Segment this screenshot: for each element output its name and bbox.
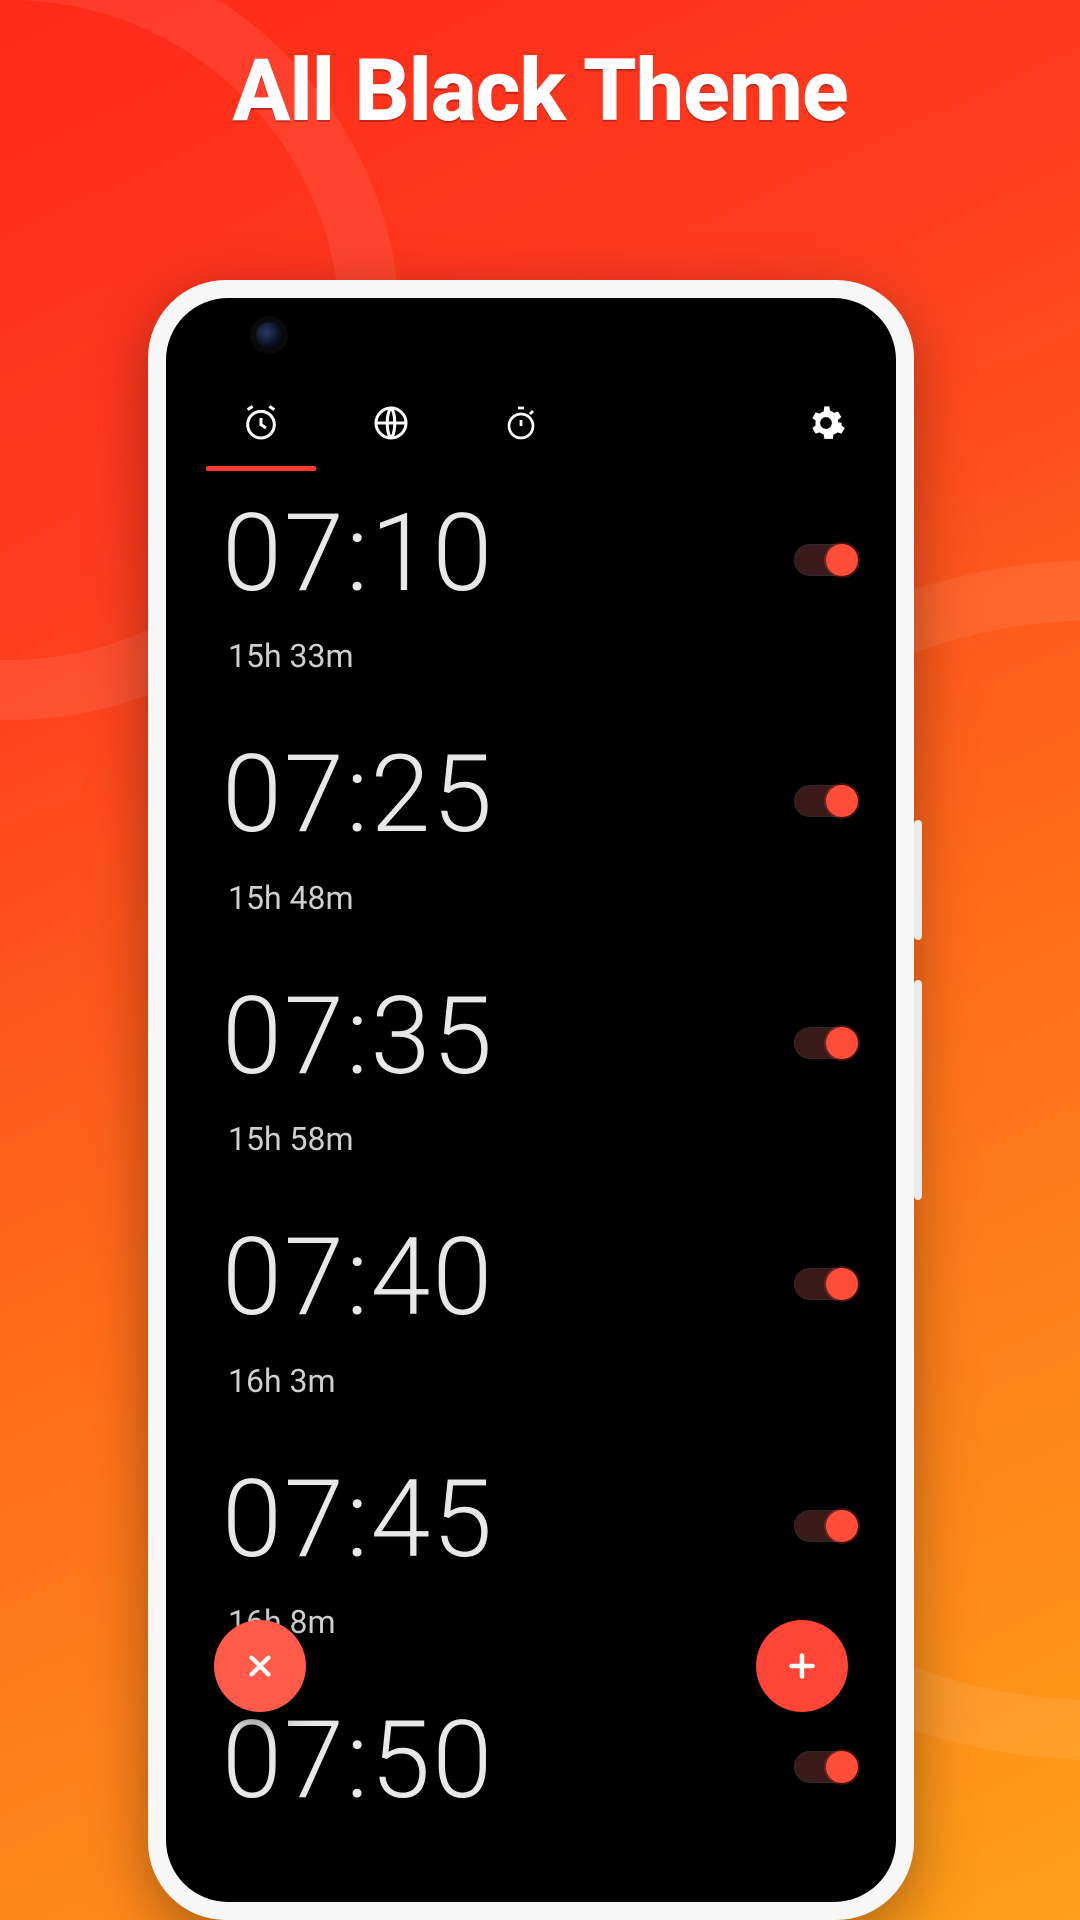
alarm-toggle[interactable] xyxy=(794,1510,852,1542)
alarm-clock-icon xyxy=(241,403,281,447)
alarm-row[interactable]: 07:10 15h 33m xyxy=(222,498,852,675)
gear-icon xyxy=(806,403,846,447)
dismiss-fab[interactable] xyxy=(214,1620,306,1712)
alarm-time: 07:25 xyxy=(222,739,494,852)
alarm-remaining: 15h 33m xyxy=(228,637,494,675)
phone-frame: 07:10 15h 33m 07:25 15h 48m 07:35 15h 58… xyxy=(148,280,914,1920)
phone-side-button xyxy=(914,820,922,940)
alarm-toggle[interactable] xyxy=(794,1268,852,1300)
alarm-time: 07:40 xyxy=(222,1222,494,1335)
alarm-row[interactable]: 07:45 16h 8m xyxy=(222,1464,852,1641)
alarm-time: 07:10 xyxy=(222,498,494,611)
tab-alarm[interactable] xyxy=(196,385,326,465)
alarm-time: 07:50 xyxy=(222,1705,494,1818)
alarm-row[interactable]: 07:35 15h 58m xyxy=(222,981,852,1158)
phone-screen: 07:10 15h 33m 07:25 15h 48m 07:35 15h 58… xyxy=(166,298,896,1902)
alarm-row[interactable]: 07:25 15h 48m xyxy=(222,739,852,916)
alarm-remaining: 15h 48m xyxy=(228,879,494,917)
camera-cutout xyxy=(256,322,282,348)
alarm-time: 07:35 xyxy=(222,981,494,1094)
promo-title: All Black Theme xyxy=(0,40,1080,141)
world-clock-icon xyxy=(371,403,411,447)
alarm-toggle[interactable] xyxy=(794,544,852,576)
alarm-toggle[interactable] xyxy=(794,1751,852,1783)
settings-button[interactable] xyxy=(796,395,856,455)
alarm-remaining: 16h 3m xyxy=(228,1362,494,1400)
alarm-toggle[interactable] xyxy=(794,1027,852,1059)
stopwatch-icon xyxy=(503,405,539,445)
tab-stopwatch[interactable] xyxy=(456,385,586,465)
alarm-remaining: 15h 58m xyxy=(228,1120,494,1158)
close-icon xyxy=(243,1649,277,1683)
alarm-time: 07:45 xyxy=(222,1464,494,1577)
plus-icon xyxy=(784,1648,820,1684)
alarm-row[interactable]: 07:40 16h 3m xyxy=(222,1222,852,1399)
alarm-toggle[interactable] xyxy=(794,785,852,817)
add-alarm-fab[interactable] xyxy=(756,1620,848,1712)
phone-side-button xyxy=(914,980,922,1200)
tab-clock[interactable] xyxy=(326,385,456,465)
alarm-row[interactable]: 07:50 xyxy=(222,1705,852,1844)
